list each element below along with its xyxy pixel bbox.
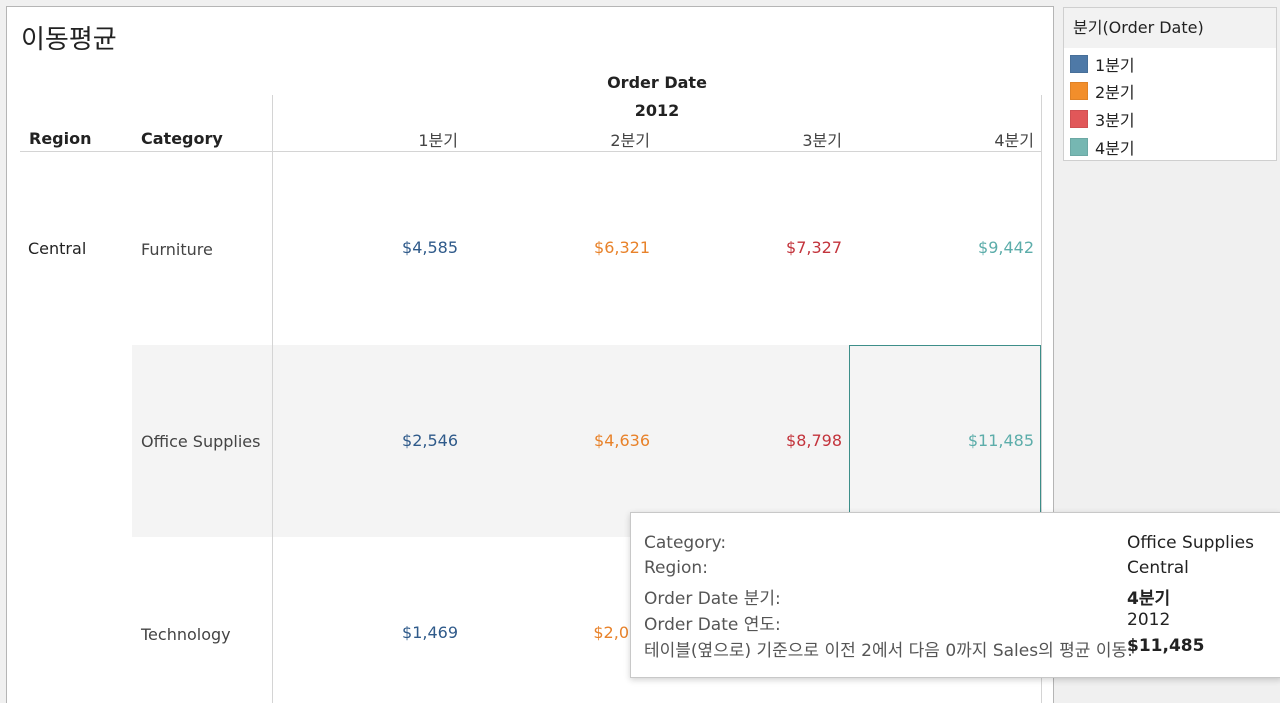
legend-label-q3: 3분기 — [1095, 111, 1135, 130]
region-header[interactable]: Region — [29, 129, 92, 148]
tooltip-key-moving-average: 테이블(옆으로) 기준으로 이전 2에서 다음 0까지 Sales의 평균 이동… — [644, 641, 1133, 661]
header-divider — [20, 151, 1041, 152]
tooltip: Category: Office Supplies Region: Centra… — [630, 512, 1280, 678]
cell-office-supplies-q1[interactable]: $2,546 — [402, 431, 458, 450]
cell-office-supplies-q3[interactable]: $8,798 — [786, 431, 842, 450]
selected-cell-highlight — [849, 345, 1041, 537]
color-legend: 분기(Order Date) 1분기 2분기 3분기 4분기 — [1063, 7, 1277, 161]
legend-label-q2: 2분기 — [1095, 83, 1135, 102]
swatch-q4 — [1070, 138, 1088, 156]
legend-item-q4[interactable]: 4분기 — [1070, 137, 1135, 158]
legend-title[interactable]: 분기(Order Date) — [1064, 8, 1276, 48]
cell-office-supplies-q2[interactable]: $4,636 — [594, 431, 650, 450]
quarter-header-1[interactable]: 1분기 — [418, 127, 458, 151]
legend-label-q4: 4분기 — [1095, 139, 1135, 158]
cell-furniture-q1[interactable]: $4,585 — [402, 238, 458, 257]
tooltip-value-year: 2012 — [1127, 610, 1171, 630]
sheet-title: 이동평균 — [21, 25, 117, 55]
legend-item-q1[interactable]: 1분기 — [1070, 54, 1135, 75]
cell-furniture-q2[interactable]: $6,321 — [594, 238, 650, 257]
year-header: 2012 — [634, 101, 680, 120]
tooltip-value-category: Office Supplies — [1127, 533, 1254, 553]
pane-divider — [272, 95, 273, 703]
cell-furniture-q3[interactable]: $7,327 — [786, 238, 842, 257]
quarter-header-3[interactable]: 3분기 — [802, 127, 842, 151]
order-date-header: Order Date — [607, 73, 707, 92]
cell-furniture-q4[interactable]: $9,442 — [978, 238, 1034, 257]
swatch-q1 — [1070, 55, 1088, 73]
legend-label-q1: 1분기 — [1095, 56, 1135, 75]
legend-item-q3[interactable]: 3분기 — [1070, 109, 1135, 130]
swatch-q3 — [1070, 110, 1088, 128]
region-label-central[interactable]: Central — [28, 239, 86, 258]
category-label-furniture[interactable]: Furniture — [141, 240, 213, 259]
quarter-header-2[interactable]: 2분기 — [610, 127, 650, 151]
tooltip-value-region: Central — [1127, 558, 1189, 578]
tooltip-value-quarter: 4분기 — [1127, 589, 1171, 609]
tooltip-key-quarter: Order Date 분기: — [644, 589, 781, 609]
tooltip-value-moving-average: $11,485 — [1127, 636, 1205, 656]
tooltip-key-region: Region: — [644, 558, 708, 578]
tooltip-key-year: Order Date 연도: — [644, 615, 781, 635]
cell-technology-q1[interactable]: $1,469 — [402, 623, 458, 642]
swatch-q2 — [1070, 82, 1088, 100]
quarter-header-4[interactable]: 4분기 — [994, 127, 1034, 151]
category-header[interactable]: Category — [141, 129, 223, 148]
category-label-technology[interactable]: Technology — [141, 625, 231, 644]
legend-item-q2[interactable]: 2분기 — [1070, 81, 1135, 102]
tooltip-key-category: Category: — [644, 533, 727, 553]
cell-technology-q2[interactable]: $2,0 — [593, 623, 629, 642]
category-label-office-supplies[interactable]: Office Supplies — [141, 432, 260, 451]
